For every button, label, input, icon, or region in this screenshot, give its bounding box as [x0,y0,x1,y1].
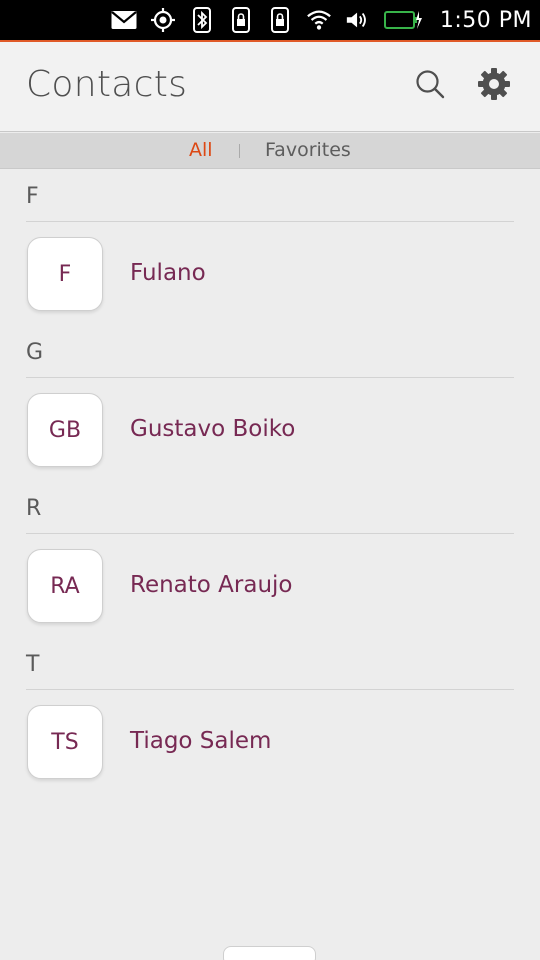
contact-row[interactable]: RA Renato Araujo [0,534,540,638]
contact-name: Tiago Salem [130,728,272,754]
section-header: R [0,482,540,534]
clock: 1:50 PM [439,7,532,33]
gear-icon [477,67,511,105]
sim-lock-icon [267,7,293,33]
section-letter: G [26,340,44,365]
battery-charging-icon [383,7,424,33]
contact-row[interactable]: GB Gustavo Boiko [0,378,540,482]
settings-button[interactable] [474,66,514,106]
avatar: GB [27,393,103,467]
volume-icon [345,7,371,33]
filter-tabs: All Favorites [0,133,540,169]
toolbar-handle[interactable] [223,946,316,960]
tab-divider [239,144,240,158]
sim-lock-icon [228,7,254,33]
section-letter: T [26,652,40,677]
contact-row[interactable]: F Fulano [0,222,540,326]
avatar: RA [27,549,103,623]
header: Contacts [0,42,540,132]
contact-list: F F Fulano G GB Gustavo Boiko R RA Renat… [0,170,540,794]
wifi-icon [306,7,332,33]
search-button[interactable] [410,66,450,106]
section-letter: F [26,184,39,209]
section-letter: R [26,496,42,521]
location-icon [150,7,176,33]
section-header: T [0,638,540,690]
section-header: G [0,326,540,378]
mail-icon [111,7,137,33]
section-header: F [0,170,540,222]
tab-all[interactable]: All [189,139,213,161]
contact-row[interactable]: TS Tiago Salem [0,690,540,794]
avatar: F [27,237,103,311]
contact-name: Gustavo Boiko [130,416,296,442]
contact-name: Fulano [130,260,206,286]
page-title: Contacts [26,64,188,105]
search-icon [414,68,446,104]
contact-name: Renato Araujo [130,572,293,598]
contacts-screen: 1:50 PM Contacts All Favorites F F Fulan… [0,0,540,960]
bluetooth-icon [189,7,215,33]
tab-favorites[interactable]: Favorites [265,139,351,161]
avatar: TS [27,705,103,779]
status-bar: 1:50 PM [0,0,540,40]
